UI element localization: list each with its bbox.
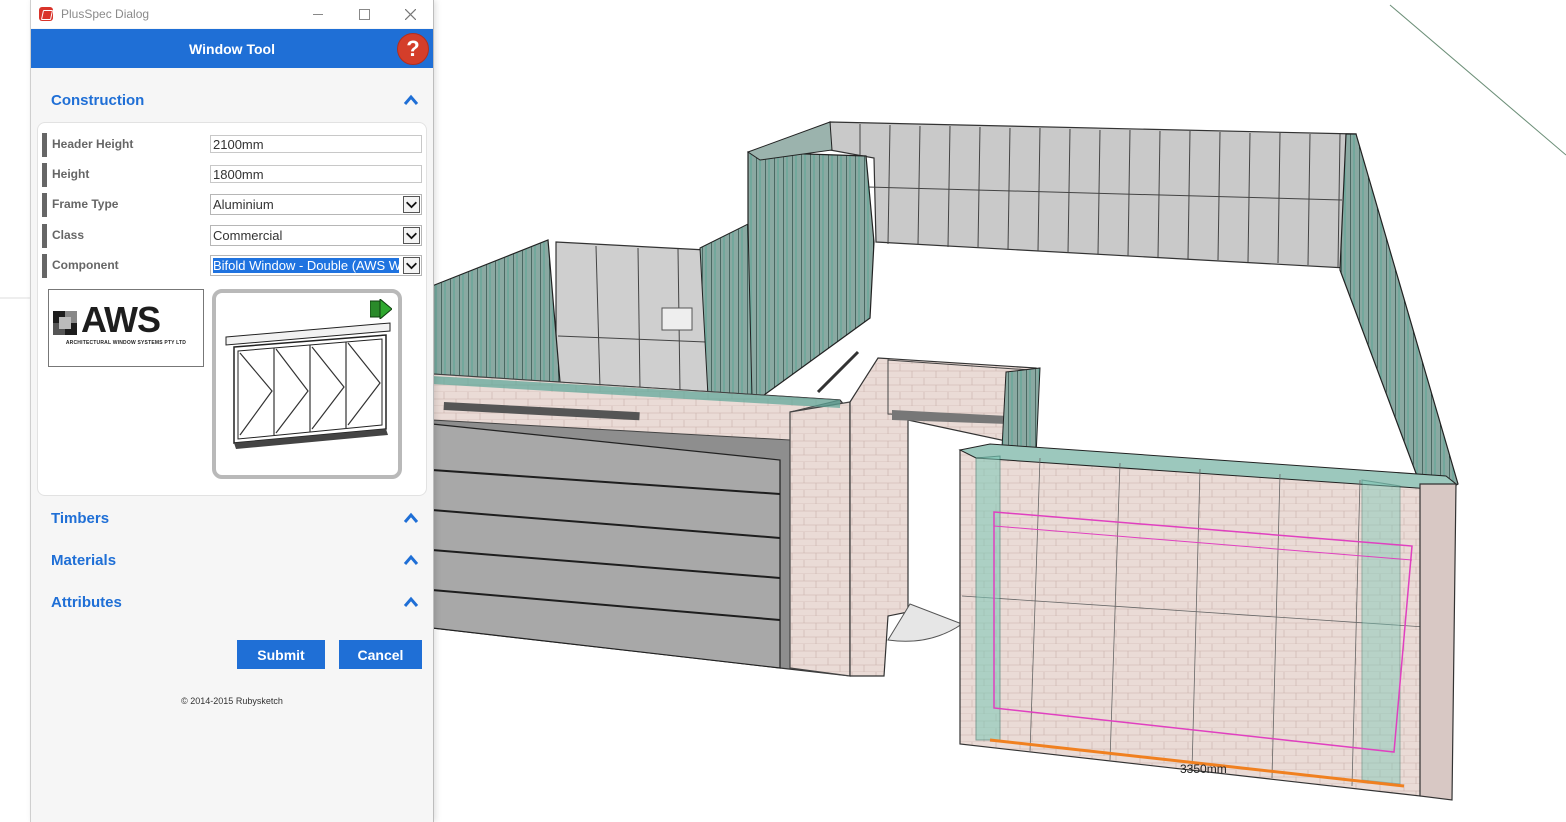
chevron-down-icon[interactable] (403, 257, 420, 274)
next-arrow-icon[interactable] (370, 299, 392, 319)
bifold-window-image (225, 322, 391, 449)
tool-header: Window Tool ? (31, 29, 433, 68)
minimize-button[interactable] (295, 0, 341, 28)
chevron-up-icon[interactable] (403, 554, 419, 566)
chevron-down-icon[interactable] (403, 196, 420, 213)
section-attributes-label: Attributes (51, 594, 122, 611)
chevron-up-icon[interactable] (403, 94, 419, 106)
row-marker (42, 163, 47, 187)
component-label: Component (52, 258, 119, 272)
maximize-button[interactable] (341, 0, 387, 28)
row-height: Height 1800mm (42, 163, 422, 187)
aws-logo-mark-icon (53, 311, 77, 335)
section-construction-label: Construction (51, 92, 145, 109)
cancel-button[interactable]: Cancel (339, 640, 422, 669)
class-select[interactable]: Commercial (210, 225, 422, 246)
row-class: Class Commercial (42, 224, 422, 248)
logo-text: AWS (81, 299, 161, 340)
row-marker (42, 133, 47, 157)
manufacturer-logo: AWS ARCHITECTURAL WINDOW SYSTEMS PTY LTD (48, 289, 204, 367)
section-timbers-label: Timbers (51, 510, 110, 527)
tool-title: Window Tool (189, 40, 275, 57)
close-icon (404, 8, 416, 20)
minimize-icon (313, 13, 323, 15)
construction-panel: Header Height 2100mm Height 1800mm Frame… (37, 122, 427, 496)
height-label: Height (52, 167, 90, 181)
close-button[interactable] (387, 0, 433, 28)
row-frame-type: Frame Type Aluminium (42, 193, 422, 217)
component-value: Bifold Window - Double (AWS W (213, 258, 399, 273)
submit-button[interactable]: Submit (237, 640, 325, 669)
row-marker (42, 193, 47, 217)
maximize-icon (358, 8, 370, 20)
height-input[interactable]: 1800mm (210, 165, 422, 183)
row-component: Component Bifold Window - Double (AWS W (42, 254, 422, 278)
section-attributes[interactable]: Attributes (31, 588, 433, 618)
component-preview (212, 289, 402, 479)
class-label: Class (52, 228, 85, 242)
help-button[interactable]: ? (397, 33, 429, 65)
chevron-up-icon[interactable] (403, 596, 419, 608)
dimension-label: 3350mm (1180, 762, 1227, 776)
header-height-label: Header Height (52, 137, 134, 151)
section-construction[interactable]: Construction (31, 86, 433, 116)
component-select[interactable]: Bifold Window - Double (AWS W (210, 255, 422, 276)
row-marker (42, 254, 47, 278)
app-icon (39, 7, 53, 21)
copyright-text: © 2014-2015 Rubysketch (181, 696, 283, 706)
section-timbers[interactable]: Timbers (31, 504, 433, 534)
frame-type-label: Frame Type (52, 197, 119, 211)
logo-subtitle: ARCHITECTURAL WINDOW SYSTEMS PTY LTD (65, 340, 187, 346)
section-materials[interactable]: Materials (31, 546, 433, 576)
frame-type-select[interactable]: Aluminium (210, 194, 422, 215)
window-title: PlusSpec Dialog (61, 7, 150, 21)
row-marker (42, 224, 47, 248)
plusspec-dialog: PlusSpec Dialog Window Tool ? Constructi… (30, 0, 434, 822)
chevron-up-icon[interactable] (403, 512, 419, 524)
section-materials-label: Materials (51, 552, 117, 569)
row-header-height: Header Height 2100mm (42, 133, 422, 157)
frame-type-value: Aluminium (213, 197, 274, 212)
title-bar[interactable]: PlusSpec Dialog (31, 0, 433, 28)
header-height-input[interactable]: 2100mm (210, 135, 422, 153)
class-value: Commercial (213, 228, 283, 243)
chevron-down-icon[interactable] (403, 227, 420, 244)
